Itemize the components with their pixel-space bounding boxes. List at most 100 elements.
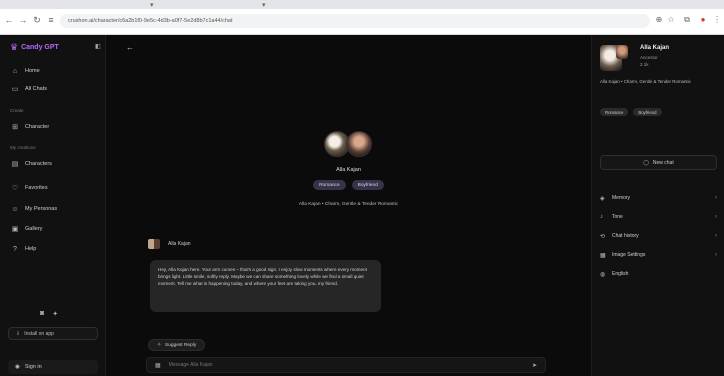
chat-main: ← Alla Kajan Romance Boyfriend Alla Kaja… — [106, 35, 591, 376]
menu-item-memory[interactable]: ◈ Memory › — [600, 192, 717, 204]
persona-icon: ☺ — [11, 205, 19, 213]
sidebar-item-label: Character — [25, 124, 50, 130]
menu-item-tone[interactable]: ♪ Tone › — [600, 211, 717, 223]
collapse-sidebar-icon[interactable]: ◧ — [95, 43, 101, 50]
tab-strip: ▾ ▾ — [0, 0, 724, 9]
logo[interactable]: ♛ Candy GPT — [10, 41, 59, 53]
zoom-icon[interactable]: ⊕ — [654, 15, 664, 24]
send-icon[interactable]: ➤ — [532, 362, 537, 369]
reload-icon[interactable]: ↻ — [32, 15, 42, 26]
chevron-right-icon: › — [715, 233, 717, 239]
logo-text: Candy GPT — [21, 43, 59, 51]
gallery-icon: ▣ — [11, 226, 19, 233]
tag-chip[interactable]: Romance — [600, 108, 629, 116]
site-info-icon[interactable]: ≡ — [46, 15, 56, 25]
message-input[interactable] — [168, 362, 524, 368]
profile-icon[interactable]: ● — [698, 15, 708, 24]
character-description: Alla Kajan • Charm, Gentle & Tender Roma… — [600, 79, 691, 84]
new-chat-button[interactable]: ◯ New chat — [600, 155, 717, 170]
sidebar-item-label: Characters — [25, 161, 52, 167]
history-icon: ⟲ — [600, 233, 606, 240]
menu-item-label: English — [612, 271, 629, 277]
character-tagline: Alla Kajan • Charm, Gentle & Tender Roma… — [298, 202, 399, 207]
heart-icon: ♡ — [11, 185, 19, 192]
help-icon: ? — [13, 245, 17, 253]
character-tags: Romance Boyfriend — [600, 108, 662, 116]
chevron-right-icon: › — [715, 252, 717, 258]
sidebar-item-gallery[interactable]: ▣ Gallery — [10, 223, 43, 235]
message-header: Alla Kajan — [148, 239, 191, 249]
social-links: ◙ ✦ — [40, 310, 58, 318]
install-app-label: Install on app — [24, 330, 54, 337]
chevron-right-icon: › — [715, 195, 717, 201]
crown-icon: ♛ — [10, 41, 19, 52]
message-bubble: Hey, Alla Kajan here. Your arm curves – … — [150, 260, 381, 312]
sidebar-item-label: Favorites — [25, 185, 48, 191]
character-name: Alla Kajan — [336, 167, 361, 173]
tag-chip[interactable]: Boyfriend — [351, 180, 384, 190]
chat-count: 2.1k — [640, 62, 649, 67]
avatar — [616, 45, 628, 59]
tab-icon[interactable]: ▾ — [150, 1, 154, 9]
sign-in-button[interactable]: ◉ Sign in — [8, 360, 98, 374]
chat-icon: ▭ — [11, 86, 19, 93]
tag-chip[interactable]: Romance — [313, 180, 346, 190]
character-icon: ⊞ — [12, 124, 18, 131]
sidebar-item-all-chats[interactable]: ▭ All Chats — [10, 83, 47, 95]
avatar — [148, 239, 160, 249]
tone-icon: ♪ — [600, 214, 603, 220]
sidebar-item-characters[interactable]: ▤ Characters — [10, 158, 52, 170]
menu-item-label: Tone — [612, 214, 623, 220]
menu-item-label: Memory — [612, 195, 631, 201]
address-bar[interactable]: crushon.ai/character/c6a2b1f0-9e5c-4d3b-… — [60, 14, 650, 28]
character-panel: Alla Kajan Ancestor 2.1k Alla Kajan • Ch… — [591, 35, 724, 376]
back-arrow-icon[interactable]: ← — [4, 15, 14, 25]
sidebar-item-favorites[interactable]: ♡ Favorites — [10, 182, 48, 194]
globe-icon: ◍ — [600, 271, 606, 278]
forward-arrow-icon[interactable]: → — [18, 15, 28, 25]
sidebar-item-label: Help — [25, 246, 37, 252]
sidebar-item-label: My Personas — [25, 206, 58, 212]
menu-item-label: Chat history — [612, 233, 639, 239]
app: ♛ Candy GPT ◧ ⌂ Home ▭ All Chats Create … — [0, 35, 724, 376]
back-arrow-icon[interactable]: ← — [126, 43, 134, 52]
suggest-reply-button[interactable]: ✧ Suggest Reply — [148, 339, 206, 351]
new-chat-label: New chat — [652, 159, 674, 166]
sidebar-item-label: Gallery — [25, 226, 43, 232]
tag-chip[interactable]: Boyfriend — [633, 108, 662, 116]
tab-icon[interactable]: ▾ — [262, 1, 266, 9]
sidebar-item-character[interactable]: ⊞ Character — [10, 121, 49, 133]
avatar — [346, 131, 372, 157]
character-avatars — [324, 131, 374, 159]
chevron-right-icon: › — [715, 214, 717, 220]
sidebar: ♛ Candy GPT ◧ ⌂ Home ▭ All Chats Create … — [0, 35, 106, 376]
new-chat-icon: ◯ — [643, 159, 649, 166]
bookmark-icon[interactable]: ☆ — [666, 15, 676, 24]
browser-chrome: ▾ ▾ ← → ↻ ≡ crushon.ai/character/c6a2b1f… — [0, 0, 724, 35]
twitter-icon[interactable]: ✦ — [52, 310, 58, 318]
menu-icon[interactable]: ⋮ — [712, 15, 722, 24]
section-label-my-creations: My creations — [10, 145, 36, 150]
install-app-button[interactable]: ⇩ Install on app — [8, 327, 98, 340]
sidebar-item-label: Home — [25, 68, 40, 74]
user-icon: ◉ — [15, 364, 20, 370]
message-composer: ▦ ➤ — [146, 357, 546, 373]
menu-item-language[interactable]: ◍ English — [600, 268, 717, 280]
menu-item-image-settings[interactable]: ▦ Image Settings › — [600, 249, 717, 261]
folder-icon: ▤ — [11, 161, 19, 168]
image-icon[interactable]: ▦ — [155, 362, 161, 369]
home-icon: ⌂ — [12, 67, 18, 75]
section-label-create: Create — [10, 108, 24, 113]
sidebar-item-help[interactable]: ? Help — [10, 243, 36, 255]
creator-label[interactable]: Ancestor — [640, 55, 658, 60]
character-name: Alla Kajan — [640, 45, 670, 51]
sidebar-item-my-personas[interactable]: ☺ My Personas — [10, 203, 57, 215]
sparkle-icon: ✧ — [157, 342, 162, 348]
sign-in-label: Sign in — [24, 364, 42, 370]
message-author: Alla Kajan — [168, 241, 191, 247]
discord-icon[interactable]: ◙ — [40, 310, 44, 318]
sidebar-item-home[interactable]: ⌂ Home — [10, 65, 40, 77]
menu-item-chat-history[interactable]: ⟲ Chat history › — [600, 230, 717, 242]
extensions-icon[interactable]: ⧉ — [682, 15, 692, 25]
memory-icon: ◈ — [600, 195, 605, 202]
